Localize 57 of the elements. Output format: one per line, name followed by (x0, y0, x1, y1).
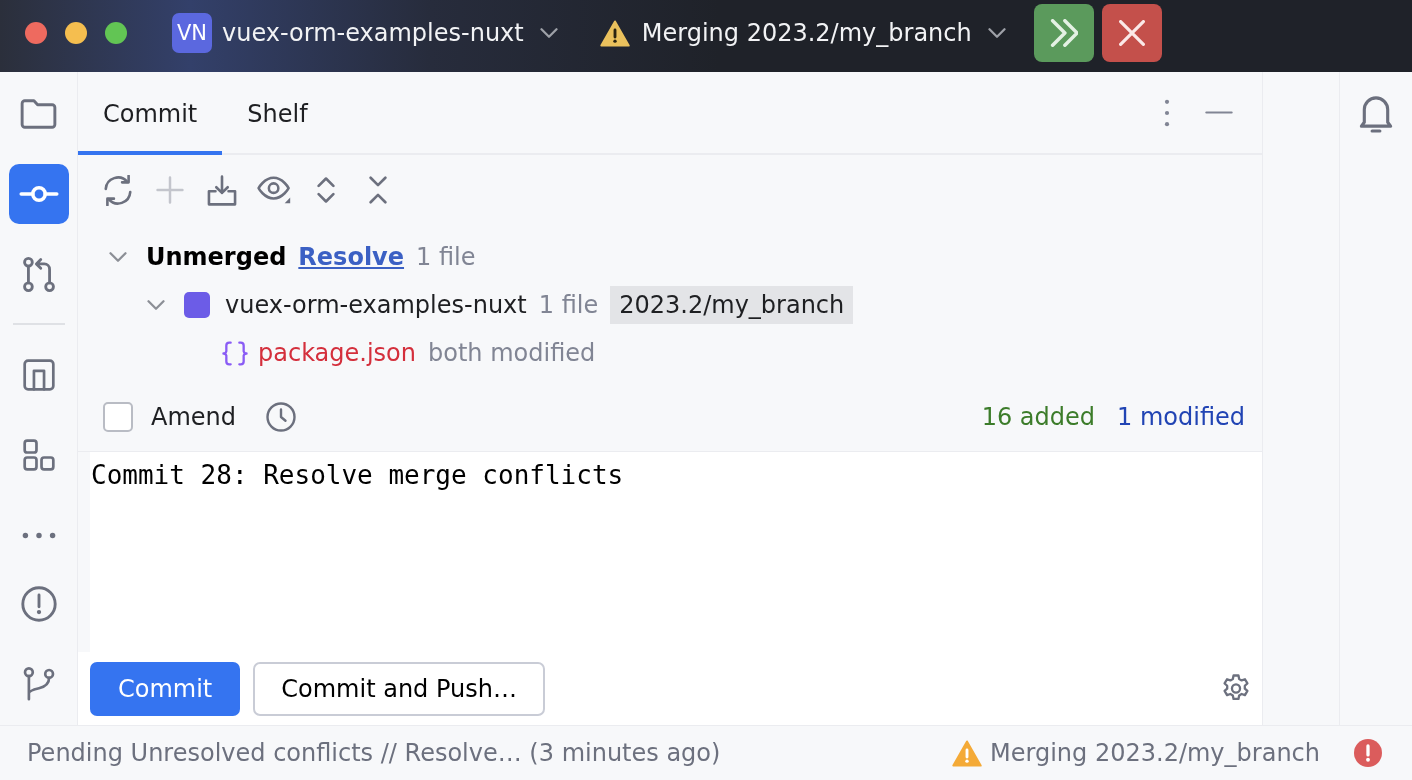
chevron-down-icon[interactable] (109, 252, 127, 262)
more-icon (21, 531, 56, 539)
file-name[interactable]: package.json (258, 339, 416, 367)
resolve-link[interactable]: Resolve (298, 243, 405, 271)
branch-tag: 2023.2/my_branch (610, 286, 854, 324)
vcs-status[interactable]: Merging 2023.2/my_branch (990, 739, 1320, 767)
structure-icon (22, 359, 55, 391)
pull-request-icon (22, 255, 55, 293)
file-count: 1 file (538, 291, 599, 319)
expand-icon[interactable] (317, 176, 335, 204)
bell-icon (1359, 95, 1393, 133)
alert-circle-icon (20, 586, 57, 622)
status-message[interactable]: Pending Unresolved conflicts // Resolve… (3 minutes ago) (27, 739, 721, 767)
chevron-down-icon[interactable] (147, 300, 165, 310)
commit-button[interactable]: Commit (90, 661, 241, 716)
clock-icon[interactable] (266, 402, 296, 432)
eye-icon[interactable] (257, 175, 291, 205)
change-count[interactable]: 1 modified (1117, 403, 1245, 431)
commit-push-button[interactable]: Commit and Push… (253, 661, 545, 716)
change-count[interactable]: 16 added (981, 403, 1095, 431)
warning-icon (599, 19, 630, 47)
tab[interactable]: Commit (78, 72, 223, 155)
vcs-status[interactable]: Merging 2023.2/my_branch (641, 19, 972, 47)
module-name[interactable]: vuex-orm-examples-nuxt (225, 291, 527, 319)
kebab-menu-icon[interactable] (1164, 98, 1170, 127)
close-button[interactable] (1101, 4, 1162, 62)
collapse-icon[interactable] (369, 176, 387, 204)
window-zoom-button[interactable] (105, 22, 127, 44)
project-name[interactable]: vuex-orm-examples-nuxt (222, 19, 524, 47)
refresh-icon[interactable] (103, 174, 133, 206)
commit-message-field[interactable]: Commit 28: Resolve merge conflicts (90, 452, 1262, 652)
settings-icon[interactable] (1223, 674, 1249, 703)
forward-button[interactable] (1033, 4, 1094, 62)
project-badge[interactable]: VN (172, 13, 212, 53)
error-icon[interactable] (1354, 739, 1382, 767)
folder-icon (20, 99, 57, 129)
window-close-button[interactable] (25, 22, 47, 44)
chevron-down-icon[interactable] (539, 28, 558, 38)
file-status: both modified (428, 339, 596, 367)
file-count: 1 file (416, 243, 476, 271)
module-icon (184, 292, 210, 318)
warning-icon (952, 739, 983, 767)
window-minimize-button[interactable] (65, 22, 87, 44)
amend-checkbox[interactable] (103, 402, 133, 432)
checkbox-label[interactable]: Amend (151, 403, 236, 431)
double-chevron-icon (1049, 19, 1078, 47)
minimize-icon[interactable] (1205, 111, 1233, 114)
group-label[interactable]: Unmerged (146, 243, 287, 271)
json-file-icon (222, 340, 248, 366)
tool-window-button[interactable] (8, 164, 69, 224)
squares-icon (22, 439, 55, 471)
chevron-down-icon[interactable] (987, 28, 1006, 38)
branch-icon (22, 666, 55, 702)
close-icon (1118, 20, 1145, 46)
commit-icon (18, 186, 59, 202)
tab[interactable]: Shelf (222, 72, 333, 155)
download-tray-icon[interactable] (207, 174, 237, 206)
